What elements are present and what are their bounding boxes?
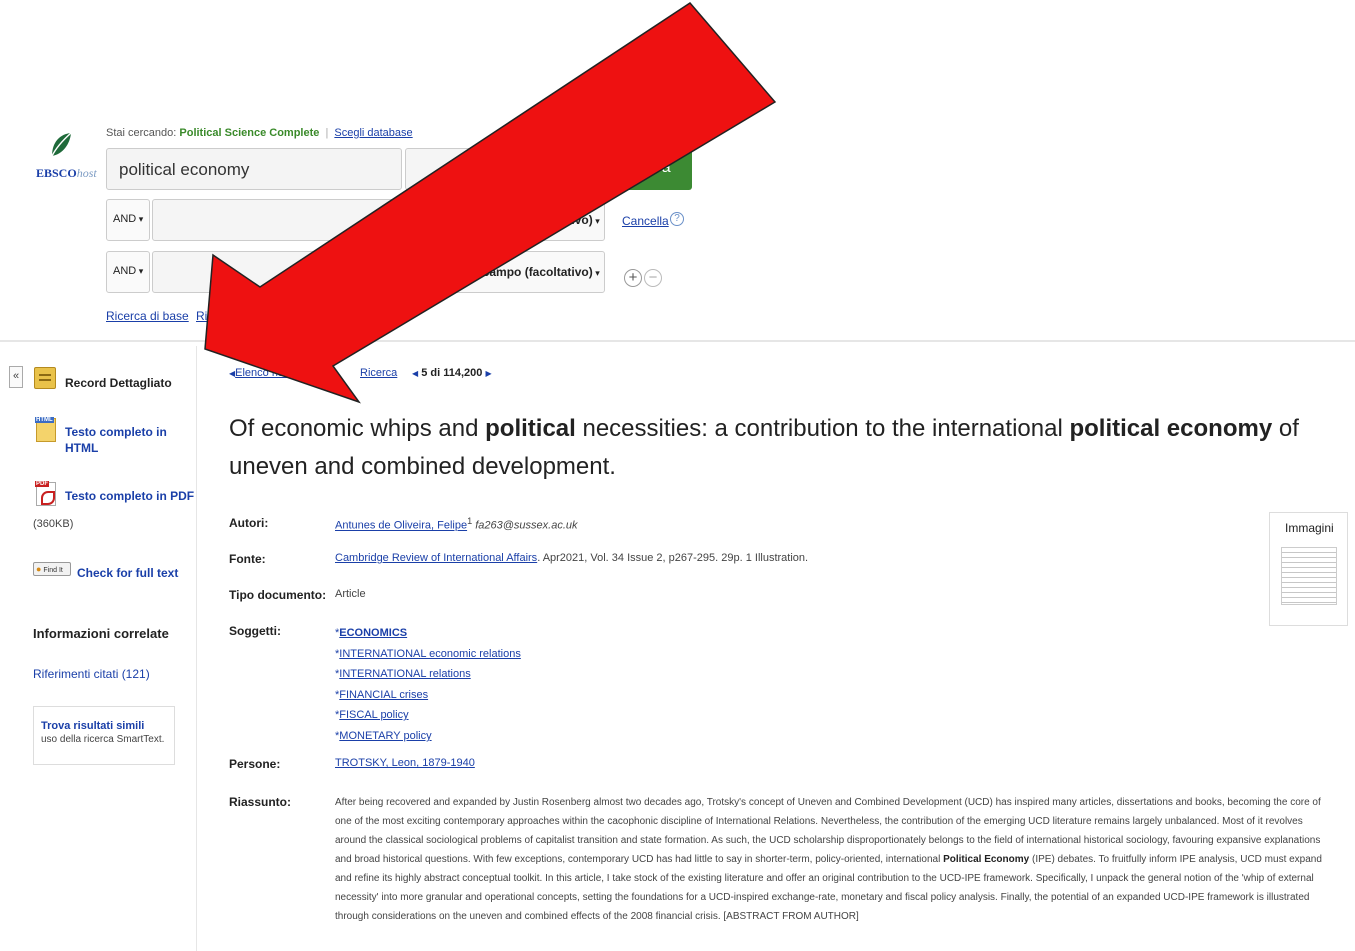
search-term-input-3[interactable]	[152, 251, 402, 293]
database-name: Political Science Complete	[179, 127, 320, 139]
ebscohost-logo[interactable]: EBSCOhost	[36, 124, 97, 184]
basic-search-link[interactable]: Ricerca di base	[106, 309, 189, 323]
logo-text: EBSCOhost	[36, 166, 97, 180]
abstract-text: After being recovered and expanded by Ju…	[335, 797, 1322, 922]
subject-item: *FINANCIAL crises	[335, 688, 429, 701]
pdf-full-text-link[interactable]: Testo completo in PDF	[65, 488, 194, 504]
subject-item: *MONETARY policy	[335, 729, 432, 742]
source-value: Cambridge Review of International Affair…	[335, 552, 809, 564]
main-field-select[interactable]	[405, 148, 605, 190]
find-it-icon[interactable]: ● Find It	[33, 562, 71, 576]
images-panel: Immagini	[1269, 512, 1348, 626]
subject-link[interactable]: INTERNATIONAL relations	[339, 668, 470, 680]
image-thumbnail[interactable]	[1281, 547, 1337, 605]
subject-item: *FISCAL policy	[335, 709, 409, 722]
boolean-operator-select-1[interactable]: AND	[106, 199, 150, 241]
choose-database-link[interactable]: Scegli database	[334, 127, 412, 139]
abstract-label: Riassunto:	[229, 795, 292, 809]
remove-row-icon[interactable]: −	[644, 269, 662, 287]
document-type-label: Tipo documento:	[229, 588, 327, 602]
images-label: Immagini	[1285, 521, 1334, 535]
find-similar-box[interactable]: Trova risultati simili uso della ricerca…	[33, 706, 175, 765]
sidebar-divider	[196, 346, 197, 951]
html-full-text-icon[interactable]	[35, 417, 56, 442]
related-info-heading: Informazioni correlate	[33, 626, 169, 641]
subject-item: *INTERNATIONAL economic relations	[335, 647, 521, 660]
person-link[interactable]: TROTSKY, Leon, 1879-1940	[335, 757, 475, 769]
find-similar-link[interactable]: Trova risultati simili	[41, 720, 174, 732]
subject-link[interactable]: ECONOMICS	[339, 627, 407, 639]
subject-link[interactable]: FISCAL policy	[339, 709, 408, 721]
subject-link[interactable]: INTERNATIONAL economic relations	[339, 648, 521, 660]
document-type-value: Article	[335, 588, 366, 600]
subject-link[interactable]: MONETARY policy	[339, 730, 431, 742]
source-label: Fonte:	[229, 552, 266, 566]
field-select-2[interactable]: Seleziona un campo (facoltativo)	[405, 199, 605, 241]
advanced-search-link[interactable]: Ricerca avanzata	[196, 309, 289, 323]
searching-in-line: Stai cercando: Political Science Complet…	[106, 127, 413, 139]
subject-link[interactable]: FINANCIAL crises	[339, 689, 428, 701]
subject-item: *INTERNATIONAL relations	[335, 668, 471, 681]
header-divider	[0, 340, 1355, 342]
ebsco-leaf-icon	[51, 132, 72, 157]
author-email: fa263@sussex.ac.uk	[475, 519, 578, 532]
detailed-record-icon[interactable]	[34, 367, 56, 389]
record-position-text: 5 di 114,200	[421, 367, 483, 379]
journal-link[interactable]: Cambridge Review of International Affair…	[335, 552, 537, 564]
add-row-icon[interactable]: +	[624, 269, 642, 287]
search-input[interactable]: political economy	[106, 148, 402, 190]
detailed-record-link[interactable]: Record Dettagliato	[65, 375, 172, 391]
html-full-text-link[interactable]: Testo completo in HTML	[65, 424, 175, 456]
subjects-label: Soggetti:	[229, 624, 281, 638]
clear-link[interactable]: Cancella	[622, 214, 669, 228]
next-record-icon[interactable]: ▶	[485, 369, 491, 378]
result-position: ◀ 5 di 114,200 ▶	[412, 367, 492, 379]
result-list-link[interactable]: Elenco risultati	[235, 367, 307, 379]
searching-prefix: Stai cercando:	[106, 127, 177, 139]
help-icon[interactable]: ?	[670, 212, 684, 226]
check-full-text-link[interactable]: Check for full text	[77, 566, 178, 580]
find-similar-description: uso della ricerca SmartText.	[41, 734, 165, 745]
search-term-input-2[interactable]	[152, 199, 402, 241]
author-link[interactable]: Antunes de Oliveira, Felipe	[335, 520, 467, 532]
previous-record-icon[interactable]: ◀	[412, 369, 418, 378]
collapse-sidebar-button[interactable]: «	[9, 366, 23, 388]
record-breadcrumb: ◀Elenco risultati	[229, 367, 307, 379]
search-button[interactable]: Cerca	[610, 148, 692, 190]
separator: |	[325, 127, 329, 139]
field-select-3[interactable]: Seleziona un campo (facoltativo)	[405, 251, 605, 293]
cited-references-link[interactable]: Riferimenti citati (121)	[33, 667, 150, 681]
people-value: TROTSKY, Leon, 1879-1940	[335, 757, 475, 769]
refine-search-link[interactable]: Ricerca	[360, 367, 397, 379]
authors-value: Antunes de Oliveira, Felipe1 fa263@susse…	[335, 516, 578, 532]
people-label: Persone:	[229, 757, 281, 771]
authors-label: Autori:	[229, 516, 269, 530]
pdf-file-size: (360KB)	[33, 518, 74, 530]
article-title: Of economic whips and political necessit…	[229, 415, 1299, 480]
pdf-icon[interactable]	[35, 481, 56, 506]
boolean-operator-select-2[interactable]: AND	[106, 251, 150, 293]
subject-item: *ECONOMICS	[335, 627, 408, 639]
subjects-list: *ECONOMICS *INTERNATIONAL economic relat…	[335, 623, 521, 747]
